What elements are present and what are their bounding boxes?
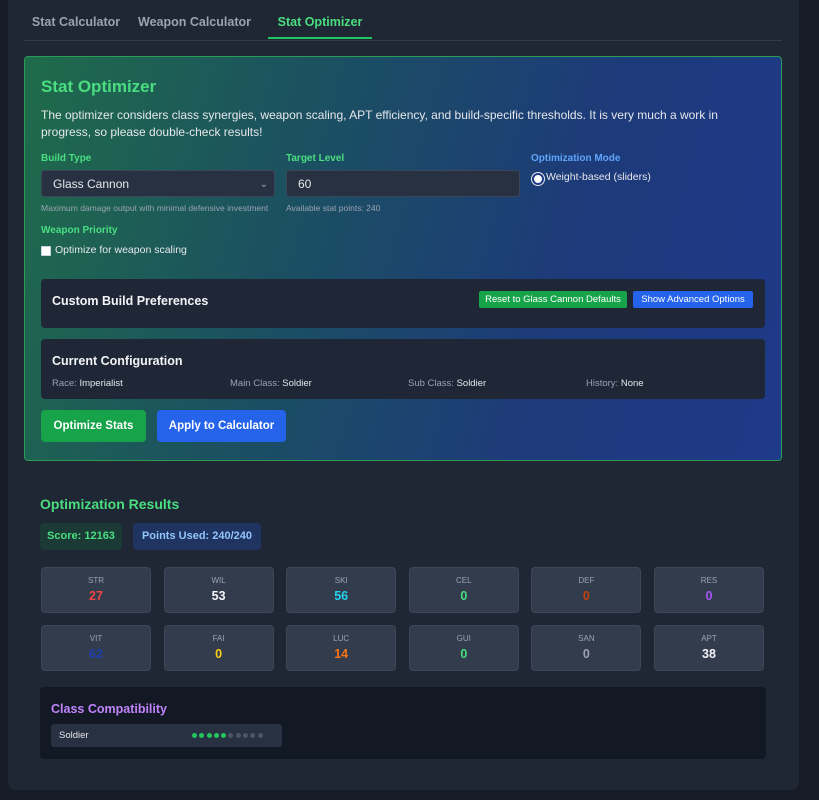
custom-prefs-title: Custom Build Preferences [52, 294, 209, 308]
chevron-down-icon: ⌄ [259, 179, 268, 190]
class-compatibility-title: Class Compatibility [51, 702, 167, 716]
rating-dot-filled [213, 733, 219, 738]
stat-name: VIT [89, 634, 103, 643]
rating-dot-empty [228, 733, 234, 738]
stat-name: RES [700, 576, 718, 585]
custom-build-preferences: Custom Build Preferences Reset to Glass … [41, 279, 765, 328]
points-used-badge: Points Used: 240/240 [133, 523, 261, 550]
stat-name: SAN [578, 634, 595, 643]
class-compatibility-row: Soldier [51, 724, 282, 747]
target-level-label: Target Level [286, 153, 345, 164]
stat-name: FAI [212, 634, 225, 643]
reset-defaults-button[interactable]: Reset to Glass Cannon Defaults [479, 291, 627, 308]
stat-value: 0 [460, 589, 468, 603]
stat-tile-res: RES 0 [654, 567, 764, 613]
build-type-value: Glass Cannon [53, 177, 130, 191]
apply-to-calculator-button[interactable]: Apply to Calculator [157, 410, 286, 442]
current-configuration: Current Configuration Race: Imperialist … [41, 339, 765, 399]
stat-value: 0 [582, 647, 590, 661]
stat-tile-luc: LUC 14 [286, 625, 397, 671]
config-history: History: None [586, 378, 644, 389]
stat-name: SKI [334, 576, 348, 585]
rating-dot-filled [206, 733, 212, 738]
compatibility-rating [192, 733, 265, 739]
stat-value: 0 [215, 647, 223, 661]
tab-bar: Stat Calculator Weapon Calculator Stat O… [24, 0, 782, 41]
optimization-mode-label: Optimization Mode [531, 153, 621, 164]
rating-dot-filled [192, 733, 197, 738]
stat-name: CEL [456, 576, 472, 585]
tab-stat-optimizer[interactable]: Stat Optimizer [268, 0, 372, 39]
stat-value: 27 [89, 589, 103, 603]
rating-dot-empty [250, 733, 256, 738]
optimizer-description: The optimizer considers class synergies,… [41, 108, 718, 139]
stat-value: 0 [705, 589, 713, 603]
stat-tile-apt: APT 38 [654, 625, 764, 671]
show-advanced-options-button[interactable]: Show Advanced Options [633, 291, 753, 308]
tab-weapon-calculator[interactable]: Weapon Calculator [136, 0, 253, 39]
stat-name: GUI [456, 634, 471, 643]
rating-dot-filled [221, 733, 227, 738]
stat-value: 38 [702, 647, 716, 661]
class-name: Soldier [59, 730, 89, 741]
stat-tile-def: DEF 0 [531, 567, 642, 613]
stat-value: 0 [460, 647, 468, 661]
weight-based-radio[interactable] [532, 173, 544, 185]
stat-value: 14 [334, 647, 349, 661]
rating-dot-empty [257, 733, 263, 738]
optimize-stats-button[interactable]: Optimize Stats [41, 410, 146, 442]
stat-tile-vit: VIT 62 [41, 625, 151, 671]
stat-tile-str: STR 27 [41, 567, 151, 613]
rating-dot-empty [243, 733, 249, 738]
stat-points-help: Available stat points: 240 [286, 203, 381, 213]
stat-tile-wil: WIL 53 [163, 567, 274, 613]
weapon-scaling-label: Optimize for weapon scaling [55, 244, 187, 256]
stat-tile-san: SAN 0 [531, 625, 642, 671]
weight-based-label: Weight-based (sliders) [546, 171, 651, 183]
stat-tile-cel: CEL 0 [408, 567, 519, 613]
build-type-select[interactable]: Glass Cannon ⌄ [41, 170, 275, 197]
stat-value: 62 [89, 647, 103, 661]
tab-stat-calculator[interactable]: Stat Calculator [24, 0, 128, 39]
stat-value: 0 [582, 589, 590, 603]
config-main-class: Main Class: Soldier [230, 378, 312, 389]
score-badge: Score: 12163 [40, 523, 122, 550]
current-config-title: Current Configuration [52, 354, 183, 368]
stat-tile-gui: GUI 0 [408, 625, 519, 671]
target-level-input[interactable]: 60 [286, 170, 520, 197]
weapon-scaling-checkbox[interactable] [41, 246, 51, 256]
stat-name: STR [88, 576, 104, 585]
results-title: Optimization Results [40, 496, 180, 512]
stat-tile-fai: FAI 0 [163, 625, 274, 671]
target-level-value: 60 [298, 177, 312, 191]
stat-value: 56 [334, 589, 349, 603]
optimizer-card: Stat Optimizer The optimizer considers c… [24, 56, 782, 461]
config-sub-class: Sub Class: Soldier [408, 378, 487, 389]
stat-name: DEF [578, 576, 595, 585]
class-compatibility: Class Compatibility Soldier [40, 687, 766, 759]
stat-tile-ski: SKI 56 [286, 567, 397, 613]
optimizer-title: Stat Optimizer [41, 77, 157, 96]
rating-dot-filled [199, 733, 205, 738]
stat-value: 53 [211, 589, 226, 603]
stat-name: APT [701, 634, 717, 643]
weapon-priority-label: Weapon Priority [41, 225, 118, 236]
rating-dot-empty [235, 733, 241, 738]
config-race: Race: Imperialist [52, 378, 123, 389]
stat-name: LUC [333, 634, 350, 643]
stat-name: WIL [211, 576, 226, 585]
build-type-help: Maximum damage output with minimal defen… [41, 203, 269, 213]
build-type-label: Build Type [41, 153, 92, 164]
